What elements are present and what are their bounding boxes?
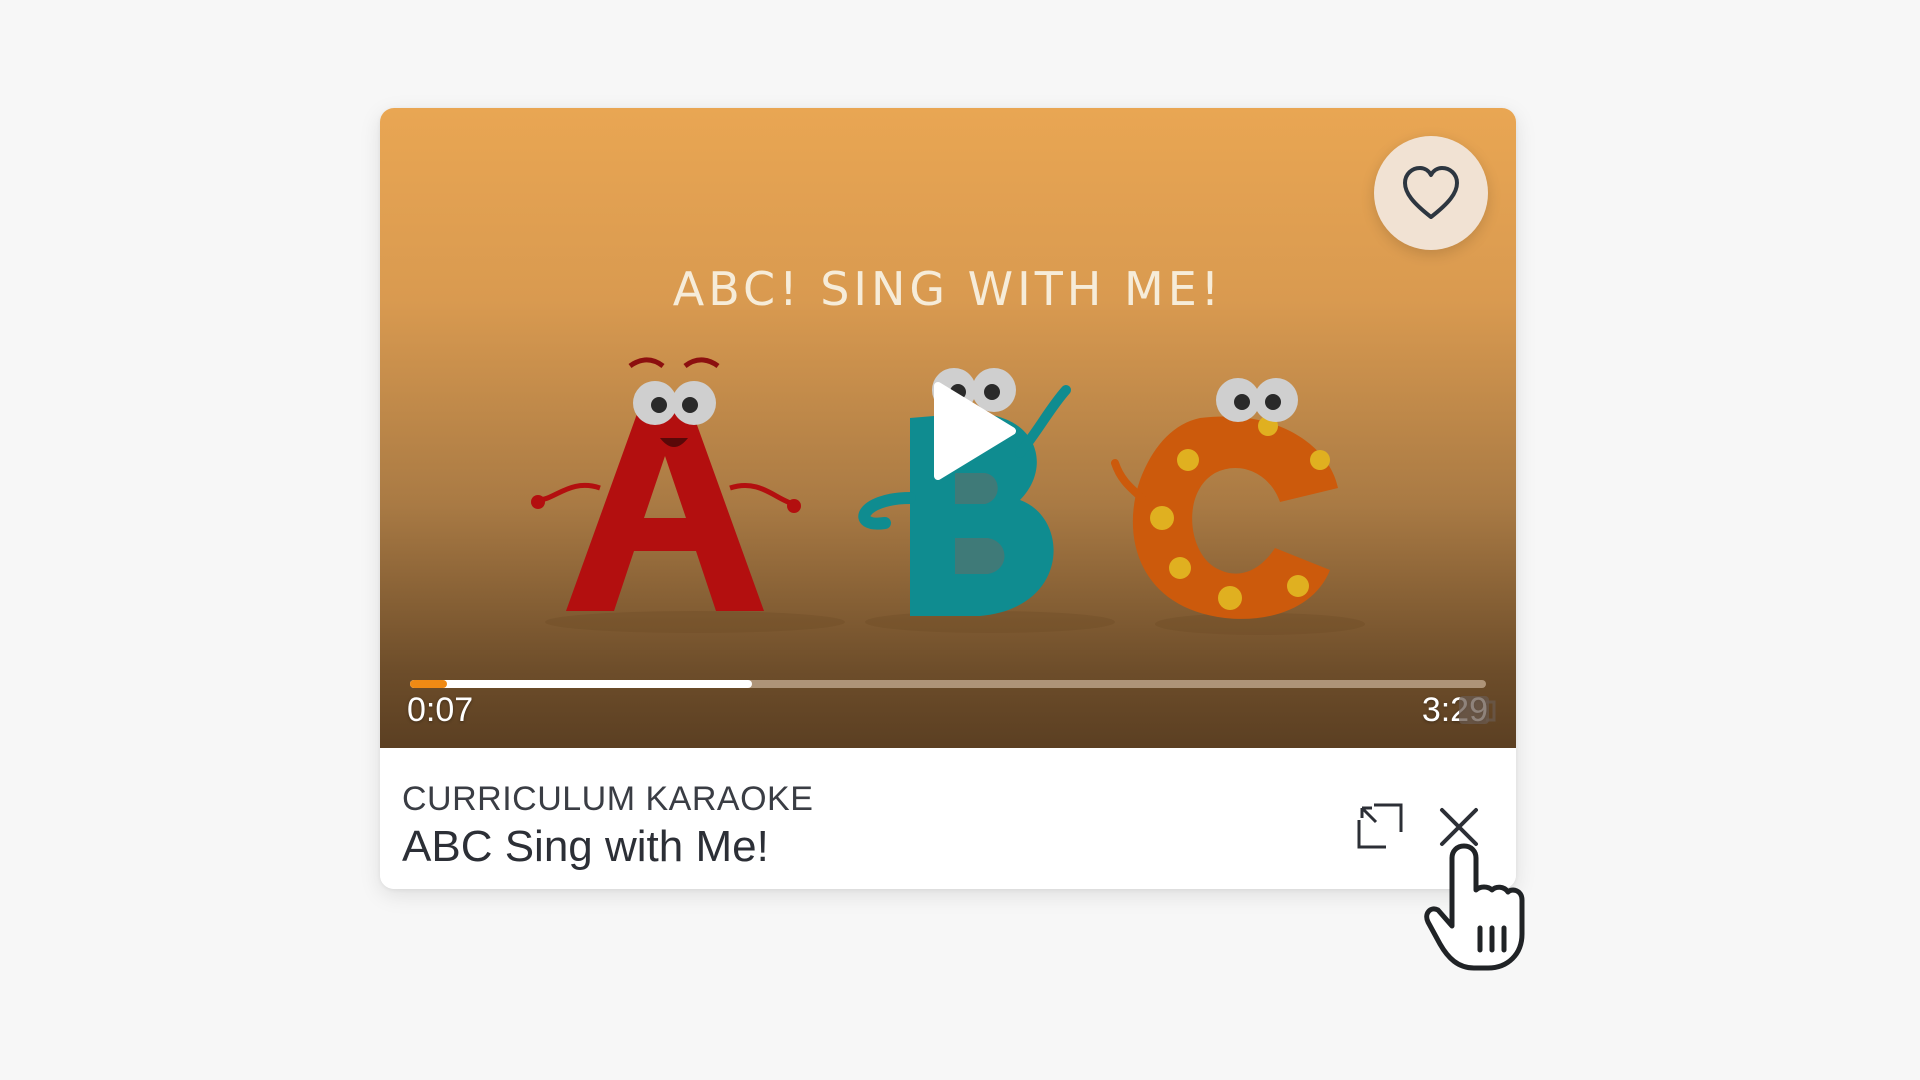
- video-player[interactable]: ABC! SING WITH ME! 0:07 3:29: [380, 108, 1516, 748]
- letter-c-character: [1111, 378, 1338, 619]
- picture-in-picture-icon[interactable]: [1456, 690, 1496, 730]
- heart-icon: [1403, 166, 1459, 219]
- card-info: CURRICULUM KARAOKE ABC Sing with Me!: [380, 748, 1516, 889]
- close-icon[interactable]: [1436, 804, 1482, 850]
- video-overlay-title: ABC! SING WITH ME!: [672, 262, 1224, 316]
- progress-played: [410, 680, 447, 688]
- video-card: ABC! SING WITH ME! 0:07 3:29 CURRICULUM …: [380, 108, 1516, 889]
- card-title: ABC Sing with Me!: [402, 822, 769, 871]
- favorite-button[interactable]: [1374, 136, 1488, 250]
- play-icon[interactable]: [914, 376, 1024, 486]
- expand-icon[interactable]: [1356, 802, 1404, 850]
- letter-a-character: [531, 357, 801, 611]
- progress-buffered: [410, 680, 753, 688]
- progress-bar[interactable]: [410, 680, 1486, 688]
- elapsed-time: 0:07: [407, 691, 474, 729]
- card-eyebrow: CURRICULUM KARAOKE: [402, 780, 814, 818]
